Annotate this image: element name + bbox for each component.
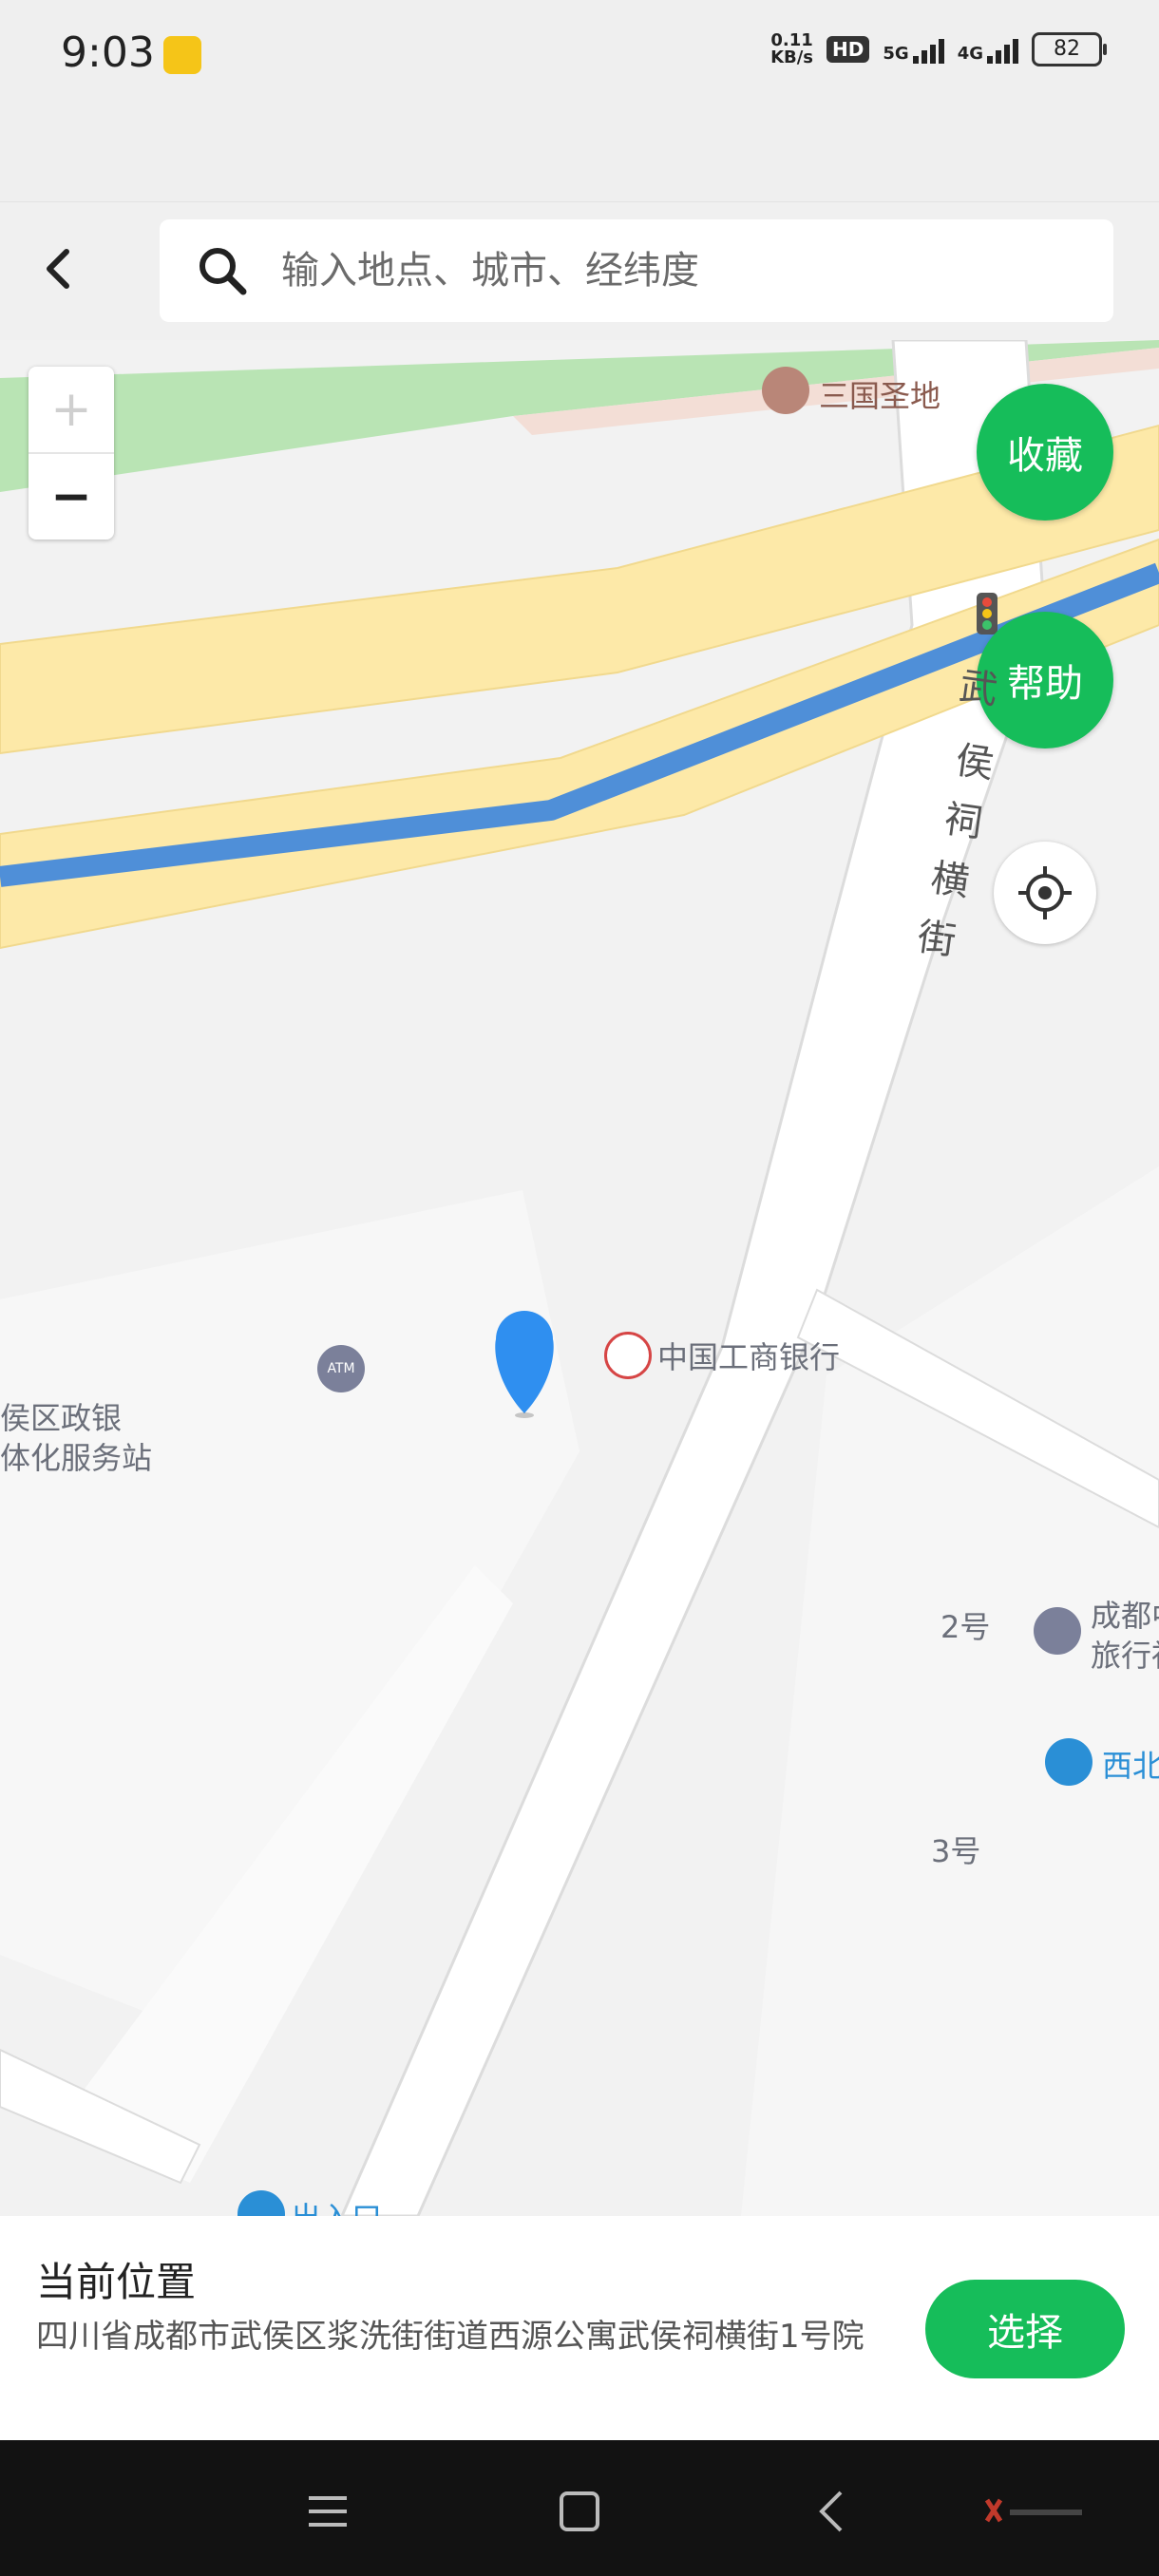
home-nav-button[interactable] (546, 2478, 613, 2545)
search-bar[interactable] (160, 219, 1113, 322)
select-button[interactable]: 选择 (925, 2280, 1125, 2378)
poi-sanguo[interactable]: 三国圣地 (819, 372, 940, 416)
watermark-logo (978, 2478, 1092, 2545)
back-nav-button[interactable] (798, 2478, 864, 2545)
current-location-title: 当前位置 (36, 2259, 197, 2305)
zoom-out-button[interactable]: − (28, 454, 114, 540)
back-button[interactable] (28, 240, 86, 297)
current-address: 四川省成都市武侯区浆洗街街道西源公寓武侯祠横街1号院 (36, 2318, 864, 2356)
poi-gate2: 2号 (940, 1609, 991, 1645)
street-label-char-3: 祠 (940, 797, 986, 846)
street-label-char-2: 侯 (952, 738, 998, 787)
service-icon (1034, 1607, 1081, 1655)
favorite-button[interactable]: 收藏 (977, 384, 1113, 521)
signal-5g-icon: 5G (883, 35, 944, 64)
map-canvas (0, 340, 1159, 2216)
poi-chengdu-line2[interactable]: 旅行社 (1091, 1632, 1159, 1676)
crosshair-icon (1018, 866, 1072, 919)
search-input[interactable] (279, 248, 1062, 294)
status-time: 9:03 (61, 28, 155, 77)
poi-gov-line1[interactable]: 武侯区政银 (0, 1394, 122, 1438)
poi-icbc[interactable]: 中国工商银行 (657, 1334, 840, 1377)
zoom-in-button[interactable]: + (28, 367, 114, 454)
metro-entrance-icon (1045, 1738, 1092, 1786)
top-bar (0, 201, 1159, 341)
home-square-icon (560, 2491, 599, 2531)
network-speed: 0.11 KB/s (770, 30, 814, 67)
poi-chengdu-line1[interactable]: 成都中 (1091, 1592, 1159, 1636)
poi-exit[interactable]: 出入口 (291, 2194, 382, 2216)
search-icon (200, 248, 247, 295)
poi-gate3: 3号 (931, 1833, 981, 1869)
poi-gov-line2[interactable]: 一体化服务站 (0, 1434, 152, 1478)
map-view[interactable]: + − 收藏 帮助 武 侯 祠 横 街 三国圣地 ATM 中国工商银行 武侯区政… (0, 340, 1159, 2216)
hd-voice-icon: HD (826, 36, 870, 63)
street-label-char-5: 街 (914, 915, 960, 964)
menu-icon (309, 2496, 347, 2527)
location-panel: 当前位置 四川省成都市武侯区浆洗街街道西源公寓武侯祠横街1号院 选择 (0, 2216, 1159, 2440)
atm-icon[interactable]: ATM (317, 1345, 365, 1392)
app-notification-icon (163, 36, 201, 74)
system-nav-bar (0, 2440, 1159, 2576)
signal-4g-icon: 4G (958, 35, 1018, 64)
chevron-left-icon (47, 249, 69, 289)
menu-nav-button[interactable] (294, 2478, 361, 2545)
watermark-logo-icon (984, 2498, 1082, 2523)
landmark-icon (762, 367, 809, 414)
bank-icon (604, 1332, 652, 1379)
status-bar: 9:03 0.11 KB/s HD 5G 4G 82 (0, 0, 1159, 114)
street-label-char-1: 武 (956, 664, 1001, 713)
zoom-controls: + − (28, 367, 114, 540)
battery-icon: 82 (1032, 32, 1107, 66)
street-label-char-4: 横 (927, 856, 973, 905)
status-indicators: 0.11 KB/s HD 5G 4G 82 (770, 30, 1107, 67)
back-triangle-icon (819, 2491, 843, 2532)
locate-button[interactable] (994, 842, 1096, 944)
poi-xibei[interactable]: 西北 (1102, 1742, 1159, 1786)
